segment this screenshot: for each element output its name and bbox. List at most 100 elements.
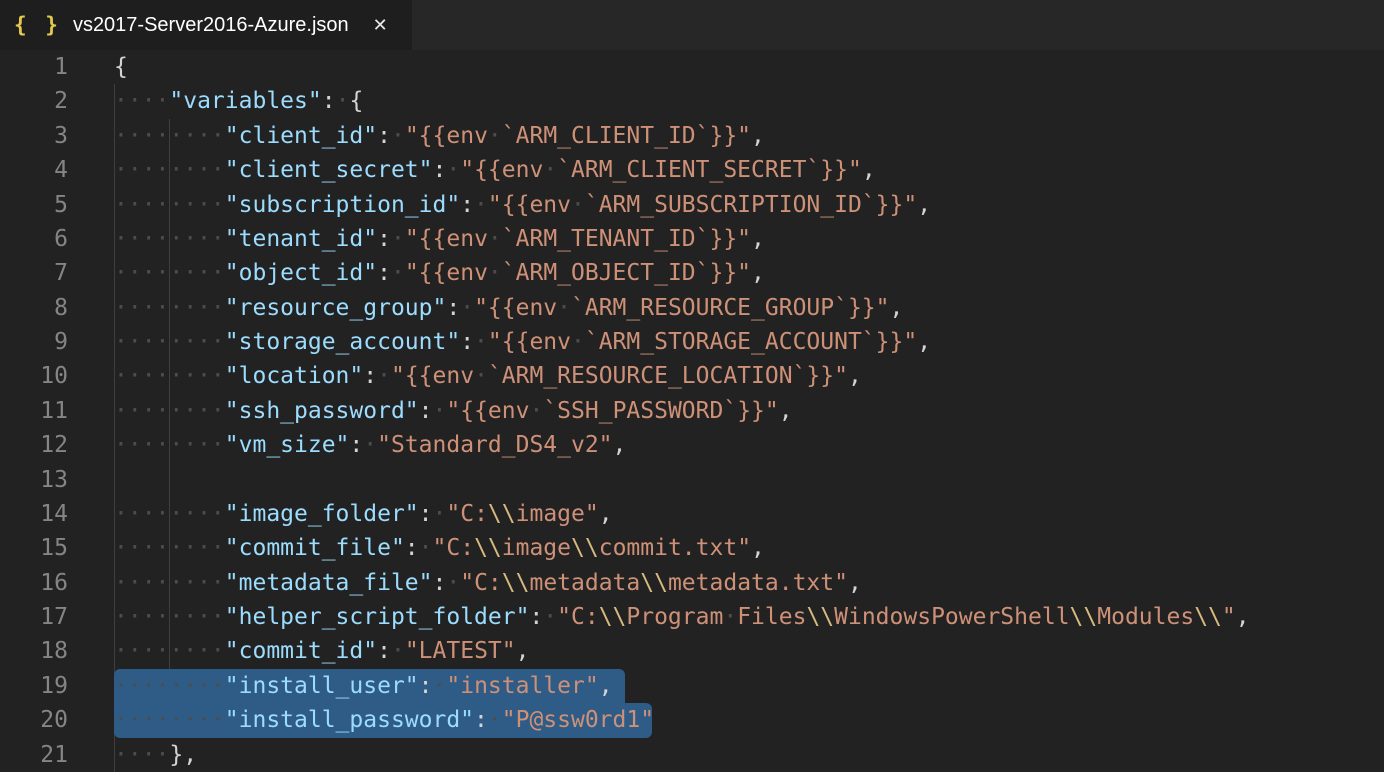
token-ws: · <box>474 363 488 389</box>
line-number[interactable]: 21 <box>0 738 68 772</box>
line-number[interactable]: 20 <box>0 703 68 737</box>
token-ws: ········ <box>114 501 225 527</box>
token-str: "{{env <box>474 295 557 321</box>
line-number[interactable]: 2 <box>0 84 68 118</box>
line-number[interactable]: 11 <box>0 394 68 428</box>
token-str: "C: <box>446 501 488 527</box>
token-str: "{{env <box>405 123 488 149</box>
token-ws: ········ <box>114 123 225 149</box>
token-esc: \\ <box>640 570 668 596</box>
token-ws: ········ <box>114 398 225 424</box>
token-key: "metadata_file" <box>225 570 433 596</box>
token-pun: , <box>848 363 862 389</box>
code-text: ····"variables":·{ <box>68 84 363 118</box>
token-str: `SSH_PASSWORD`}}" <box>543 398 778 424</box>
code-line[interactable]: 11········"ssh_password":·"{{env·`SSH_PA… <box>0 394 1384 428</box>
code-line[interactable]: 20········"install_password":·"P@ssw0rd1… <box>0 703 1384 737</box>
editor-tab[interactable]: { } vs2017-Server2016-Azure.json ✕ <box>0 0 412 50</box>
token-ws: ········ <box>114 535 225 561</box>
token-esc: \\ <box>474 535 502 561</box>
token-ws: · <box>474 329 488 355</box>
line-number[interactable]: 12 <box>0 428 68 462</box>
code-line[interactable]: 15········"commit_file":·"C:\\image\\com… <box>0 531 1384 565</box>
token-key: "client_secret" <box>225 157 433 183</box>
token-key: "commit_id" <box>225 638 377 664</box>
token-ws: · <box>557 295 571 321</box>
line-number[interactable]: 9 <box>0 325 68 359</box>
code-text: { <box>68 50 128 84</box>
line-number[interactable]: 1 <box>0 50 68 84</box>
line-number[interactable]: 8 <box>0 291 68 325</box>
token-key: "tenant_id" <box>225 226 377 252</box>
token-pun: , <box>599 501 613 527</box>
code-line[interactable]: 19········"install_user":·"installer", <box>0 669 1384 703</box>
token-str: " <box>1222 604 1236 630</box>
token-ws: · <box>336 88 350 114</box>
line-number[interactable]: 10 <box>0 359 68 393</box>
code-line[interactable]: 16········"metadata_file":·"C:\\metadata… <box>0 566 1384 600</box>
line-number[interactable]: 4 <box>0 153 68 187</box>
line-number[interactable]: 16 <box>0 566 68 600</box>
token-esc: \\ <box>488 501 516 527</box>
line-number[interactable]: 7 <box>0 256 68 290</box>
token-ws: · <box>488 226 502 252</box>
token-pun: : <box>419 501 433 527</box>
code-line[interactable]: 9········"storage_account":·"{{env·`ARM_… <box>0 325 1384 359</box>
line-number[interactable]: 15 <box>0 531 68 565</box>
token-pun: : <box>446 295 460 321</box>
line-number[interactable]: 18 <box>0 634 68 668</box>
editor[interactable]: 1{2····"variables":·{3········"client_id… <box>0 50 1384 772</box>
token-key: "helper_script_folder" <box>225 604 530 630</box>
line-number[interactable]: 6 <box>0 222 68 256</box>
token-ws: · <box>529 398 543 424</box>
token-ws: · <box>460 295 474 321</box>
code-line[interactable]: 10········"location":·"{{env·`ARM_RESOUR… <box>0 359 1384 393</box>
line-number[interactable]: 3 <box>0 119 68 153</box>
token-str: "{{env <box>405 260 488 286</box>
token-ws: ···· <box>114 88 169 114</box>
code-line[interactable]: 3········"client_id":·"{{env·`ARM_CLIENT… <box>0 119 1384 153</box>
code-line[interactable]: 12········"vm_size":·"Standard_DS4_v2", <box>0 428 1384 462</box>
token-str: "P@ssw0rd1" <box>502 707 654 733</box>
token-ws: · <box>488 123 502 149</box>
token-pun: , <box>599 673 613 699</box>
code-line[interactable]: 6········"tenant_id":·"{{env·`ARM_TENANT… <box>0 222 1384 256</box>
code-line[interactable]: 8········"resource_group":·"{{env·`ARM_R… <box>0 291 1384 325</box>
code-text: ········"commit_file":·"C:\\image\\commi… <box>68 531 765 565</box>
token-ws: ········ <box>114 432 225 458</box>
line-number[interactable]: 13 <box>0 463 68 497</box>
code-line[interactable]: 2····"variables":·{ <box>0 84 1384 118</box>
token-ws: · <box>433 673 447 699</box>
code-line[interactable]: 14········"image_folder":·"C:\\image", <box>0 497 1384 531</box>
code-line[interactable]: 5········"subscription_id":·"{{env·`ARM_… <box>0 188 1384 222</box>
code-line[interactable]: 4········"client_secret":·"{{env·`ARM_CL… <box>0 153 1384 187</box>
line-number[interactable]: 14 <box>0 497 68 531</box>
token-ws: · <box>391 226 405 252</box>
token-pun: , <box>613 432 627 458</box>
code-line[interactable]: 18········"commit_id":·"LATEST", <box>0 634 1384 668</box>
token-str: Modules <box>1097 604 1194 630</box>
code-line[interactable]: 13 <box>0 463 1384 497</box>
line-number[interactable]: 17 <box>0 600 68 634</box>
token-ws: ········ <box>114 363 225 389</box>
code-line[interactable]: 21····}, <box>0 738 1384 772</box>
close-tab-icon[interactable]: ✕ <box>369 13 392 38</box>
line-number[interactable]: 19 <box>0 669 68 703</box>
token-key: "image_folder" <box>225 501 419 527</box>
line-number[interactable]: 5 <box>0 188 68 222</box>
code-line[interactable]: 7········"object_id":·"{{env·`ARM_OBJECT… <box>0 256 1384 290</box>
code-line[interactable]: 17········"helper_script_folder":·"C:\\P… <box>0 600 1384 634</box>
token-str: Files <box>737 604 806 630</box>
code-line[interactable]: 1{ <box>0 50 1384 84</box>
token-pun: , <box>890 295 904 321</box>
token-key: "install_password" <box>225 707 474 733</box>
vscode-window: { } vs2017-Server2016-Azure.json ✕ 1{2··… <box>0 0 1384 772</box>
token-key: "vm_size" <box>225 432 350 458</box>
json-file-icon: { } <box>14 13 61 37</box>
token-pun: , <box>751 123 765 149</box>
token-ws: · <box>571 192 585 218</box>
token-ws: · <box>391 260 405 286</box>
token-str: image" <box>516 501 599 527</box>
code-text: ········"commit_id":·"LATEST", <box>68 634 529 668</box>
token-key: "variables" <box>169 88 321 114</box>
